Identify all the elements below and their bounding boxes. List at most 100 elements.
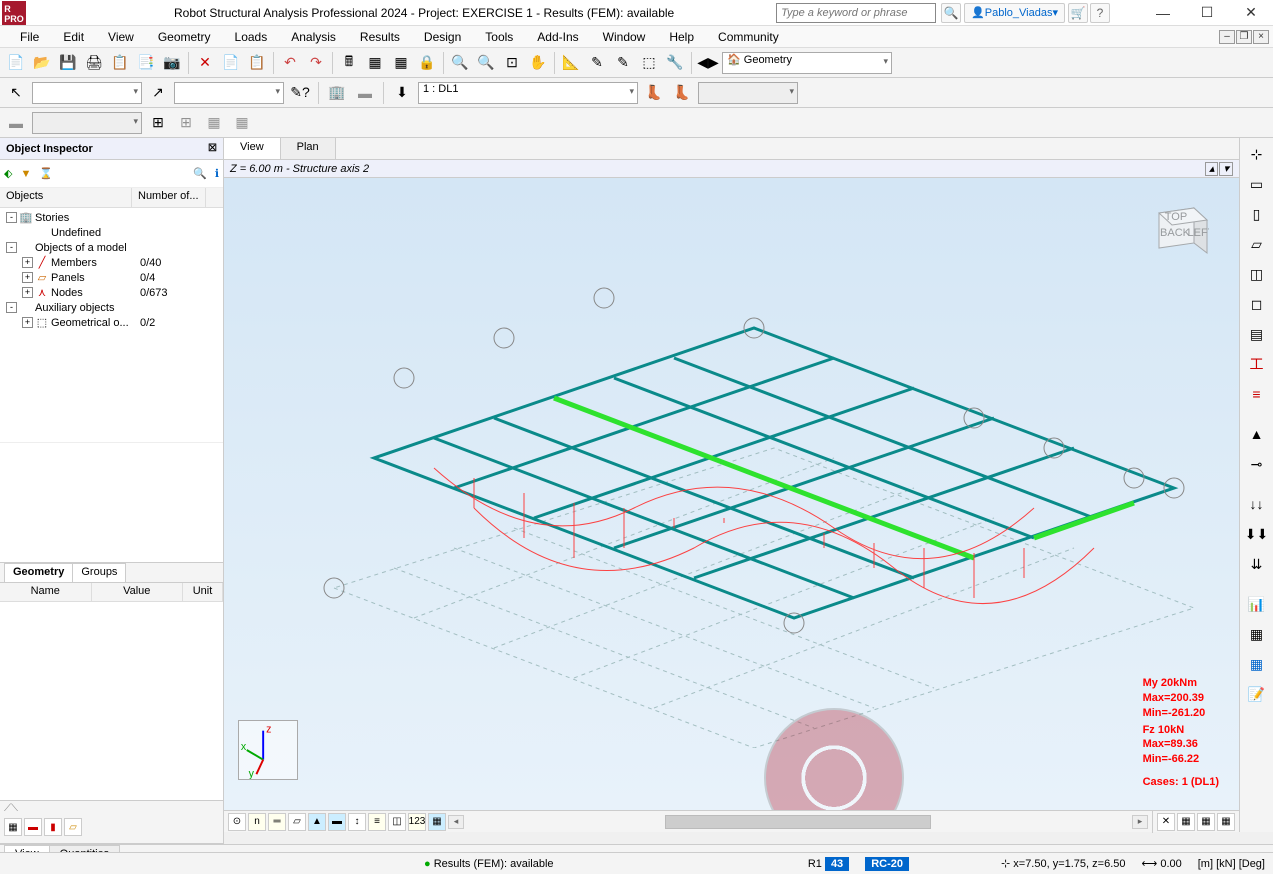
scroll-left-icon[interactable]: ◂ — [448, 815, 464, 829]
loadcase-combo[interactable]: 1 : DL1 — [418, 82, 638, 104]
menu-help[interactable]: Help — [657, 28, 706, 46]
grid-icon[interactable]: ▦ — [202, 111, 226, 135]
vb-sup-icon[interactable]: ▲ — [308, 813, 326, 831]
zoom-all-icon[interactable]: ⊡ — [500, 51, 524, 75]
grid2-icon[interactable]: ▦ — [230, 111, 254, 135]
vb-x2-icon[interactable]: ▦ — [1177, 813, 1195, 831]
lb-icon4[interactable]: ▱ — [64, 818, 82, 836]
load-next-icon[interactable]: 👢 — [670, 81, 694, 105]
menu-view[interactable]: View — [96, 28, 146, 46]
rt-slab-icon[interactable]: ▱ — [1244, 232, 1270, 256]
filter1-icon[interactable]: ⬖ — [4, 167, 12, 180]
node-sel-combo[interactable] — [32, 82, 142, 104]
lb-icon2[interactable]: ▬ — [24, 818, 42, 836]
load-prev-icon[interactable]: 👢 — [642, 81, 666, 105]
vb-x3-icon[interactable]: ▦ — [1197, 813, 1215, 831]
vb-res3-icon[interactable]: ◫ — [388, 813, 406, 831]
menu-addins[interactable]: Add-Ins — [525, 28, 590, 46]
view-cube[interactable]: TOP BACK LEFT — [1139, 198, 1209, 268]
lb-icon1[interactable]: ▦ — [4, 818, 22, 836]
edit-icon[interactable]: ✎ — [585, 51, 609, 75]
info-icon[interactable]: ℹ — [215, 167, 219, 180]
minimize-button[interactable]: — — [1141, 0, 1185, 26]
bar-sel-combo[interactable] — [174, 82, 284, 104]
rt-table-icon[interactable]: ▦ — [1244, 652, 1270, 676]
zoom-icon[interactable]: 🔍 — [448, 51, 472, 75]
print-icon[interactable]: 🖨 — [82, 51, 106, 75]
col-number[interactable]: Number of... — [132, 188, 206, 207]
tree-row[interactable]: Undefined — [0, 225, 223, 240]
vb-panel-icon[interactable]: ▱ — [288, 813, 306, 831]
page-setup-icon[interactable]: 📑 — [134, 51, 158, 75]
layout-combo[interactable]: 🏠 Geometry — [722, 52, 892, 74]
vb-x1-icon[interactable]: ✕ — [1157, 813, 1175, 831]
tree-row[interactable]: -Auxiliary objects — [0, 300, 223, 315]
tree-row[interactable]: -Objects of a model — [0, 240, 223, 255]
layout-nav-icon[interactable]: ◀▶ — [696, 51, 720, 75]
edit2-icon[interactable]: ✎ — [611, 51, 635, 75]
lock-icon[interactable]: 🔒 — [415, 51, 439, 75]
paste-icon[interactable]: 📋 — [245, 51, 269, 75]
rt-load-icon[interactable]: ↓↓ — [1244, 492, 1270, 516]
cart-icon[interactable]: 🛒 — [1068, 3, 1088, 23]
menu-results[interactable]: Results — [348, 28, 412, 46]
prop-col-value[interactable]: Value — [92, 583, 184, 601]
tree-row[interactable]: +╱Members0/40 — [0, 255, 223, 270]
tree-toggle[interactable]: - — [6, 212, 17, 223]
prop-col-name[interactable]: Name — [0, 583, 92, 601]
scroll-right-icon[interactable]: ▸ — [1132, 815, 1148, 829]
tab-view[interactable]: View — [224, 138, 281, 159]
story-icon[interactable]: 🏢 — [325, 81, 349, 105]
lb-icon3[interactable]: ▮ — [44, 818, 62, 836]
rt-load2-icon[interactable]: ⬇⬇ — [1244, 522, 1270, 546]
rt-bar-icon[interactable]: ▭ — [1244, 172, 1270, 196]
col-objects[interactable]: Objects — [0, 188, 132, 207]
panel-close-icon[interactable]: ☒ — [208, 143, 217, 154]
view-icon[interactable]: ▬ — [4, 111, 28, 135]
screenshot-icon[interactable]: 📷 — [160, 51, 184, 75]
delete-icon[interactable]: ✕ — [193, 51, 217, 75]
tree-toggle[interactable]: + — [22, 317, 33, 328]
vb-res1-icon[interactable]: ↕ — [348, 813, 366, 831]
menu-analysis[interactable]: Analysis — [279, 28, 348, 46]
rt-calc-icon[interactable]: 📊 — [1244, 592, 1270, 616]
tree-row[interactable]: -🏢Stories — [0, 210, 223, 225]
vb-res2-icon[interactable]: ≡ — [368, 813, 386, 831]
help-icon[interactable]: ? — [1090, 3, 1110, 23]
tree-toggle[interactable]: + — [22, 257, 33, 268]
menu-geometry[interactable]: Geometry — [146, 28, 223, 46]
object-tree[interactable]: -🏢StoriesUndefined-Objects of a model+╱M… — [0, 208, 223, 442]
menu-tools[interactable]: Tools — [473, 28, 525, 46]
undo-icon[interactable]: ↶ — [278, 51, 302, 75]
menu-file[interactable]: File — [8, 28, 51, 46]
edit-sel-icon[interactable]: ✎? — [288, 81, 312, 105]
h-scrollbar[interactable] — [466, 815, 1130, 829]
table2-icon[interactable]: ▦ — [389, 51, 413, 75]
axes-icon[interactable]: ⊞ — [146, 111, 170, 135]
tree-toggle[interactable]: - — [6, 242, 17, 253]
rt-axes-icon[interactable]: ⊹ — [1244, 142, 1270, 166]
rt-support-icon[interactable]: ▲ — [1244, 422, 1270, 446]
rt-results-icon[interactable]: ▦ — [1244, 622, 1270, 646]
search-input[interactable] — [776, 3, 936, 23]
view-up-icon[interactable]: ▴ — [1205, 162, 1219, 176]
tab-plan[interactable]: Plan — [281, 138, 336, 159]
maximize-button[interactable]: ☐ — [1185, 0, 1229, 26]
user-badge[interactable]: 👤 Pablo_Viadas ▾ — [964, 3, 1065, 23]
rt-wall-icon[interactable]: ◫ — [1244, 262, 1270, 286]
table-icon[interactable]: ▦ — [363, 51, 387, 75]
rt-material-icon[interactable]: ≡ — [1244, 382, 1270, 406]
rt-section-icon[interactable]: 工 — [1244, 352, 1270, 376]
tree-toggle[interactable]: - — [6, 302, 17, 313]
menu-community[interactable]: Community — [706, 28, 791, 46]
redo-icon[interactable]: ↷ — [304, 51, 328, 75]
calc-icon[interactable]: 🖩 — [337, 51, 361, 75]
rt-release-icon[interactable]: ⊸ — [1244, 452, 1270, 476]
copy-icon[interactable]: 📄 — [219, 51, 243, 75]
select-bar-icon[interactable]: ↗ — [146, 81, 170, 105]
mdi-close-button[interactable]: × — [1253, 30, 1269, 44]
loadcase-icon[interactable]: ⬇ — [390, 81, 414, 105]
search-options-icon[interactable]: 🔍 — [941, 3, 961, 23]
menu-design[interactable]: Design — [412, 28, 473, 46]
tree-row[interactable]: +▱Panels0/4 — [0, 270, 223, 285]
